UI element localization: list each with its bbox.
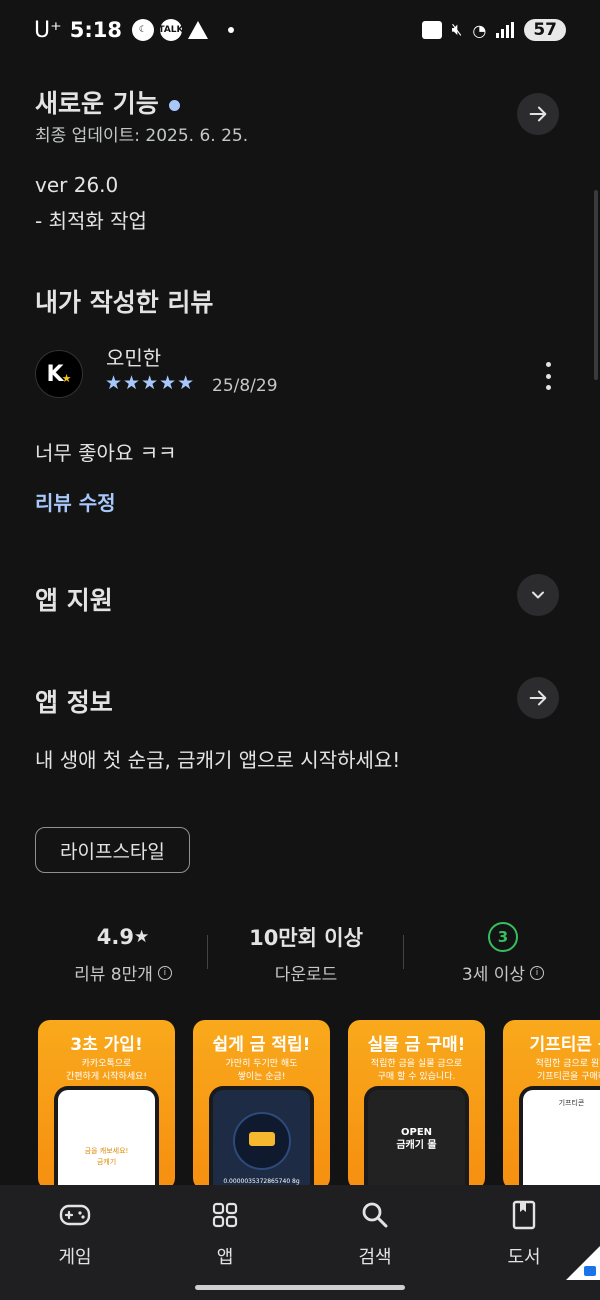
- warning-icon: [187, 21, 208, 39]
- screenshot-thumbnail[interactable]: 3초 가입! 카카오톡으로 간편하게 시작하세요! 금을 캐보세요! 금캐기: [38, 1020, 175, 1190]
- age-label: 3세 이상 i: [418, 960, 588, 985]
- nav-label: 게임: [58, 1247, 92, 1268]
- folder-lock-icon: [421, 21, 442, 39]
- review-stars: ★★★★★: [105, 372, 196, 394]
- status-right: 🔇︎ ◔ 57: [421, 19, 566, 41]
- age-rating-badge-icon: 3: [488, 922, 518, 952]
- new-indicator-dot: [168, 99, 180, 111]
- age-badge-wrap: 3: [418, 922, 588, 952]
- last-updated: 최종 업데이트: 2025. 6. 25.: [35, 126, 249, 146]
- release-notes: - 최적화 작업: [35, 209, 147, 233]
- signal-icon: [496, 22, 515, 38]
- app-support-heading[interactable]: 앱 지원: [35, 581, 113, 617]
- phone-mockup: 기프티콘: [519, 1086, 600, 1190]
- phone-mockup: 0.0000035372865740 8g: [209, 1086, 314, 1190]
- app-info-heading[interactable]: 앱 정보: [35, 683, 113, 719]
- edit-review-link[interactable]: 리뷰 수정: [35, 487, 116, 516]
- screen-text: OPEN 금캐기 몰: [396, 1127, 437, 1151]
- avatar: K ★: [35, 350, 83, 398]
- divider: [207, 935, 208, 969]
- review-text: 너무 좋아요 ㅋㅋ: [35, 441, 177, 465]
- kakaotalk-icon: TALK: [158, 19, 184, 41]
- screenshot-desc: 적립한 금으로 원하 기프티콘을 구매하: [535, 1059, 600, 1082]
- whats-new-heading: 새로운 기능: [35, 84, 180, 120]
- gold-bar-icon: [249, 1132, 275, 1146]
- review-count: 리뷰 8만개: [74, 965, 153, 985]
- nav-books[interactable]: 도서: [469, 1199, 579, 1269]
- screenshot-title: 쉽게 금 적립!: [212, 1035, 311, 1055]
- nav-apps[interactable]: 앱: [170, 1199, 280, 1269]
- my-review-heading: 내가 작성한 리뷰: [35, 288, 214, 317]
- notification-dot-icon: [227, 27, 234, 33]
- screen-text: 0.0000035372865740 8g: [223, 1178, 300, 1185]
- category-chip[interactable]: 라이프스타일: [35, 827, 190, 873]
- screenshot-desc: 카카오톡으로 간편하게 시작하세요!: [66, 1059, 147, 1082]
- review-author: 오민한: [106, 346, 162, 370]
- moon-icon: ☾: [131, 19, 154, 41]
- info-icon: i: [157, 965, 172, 980]
- phone-mockup: 금을 캐보세요! 금캐기: [54, 1086, 159, 1190]
- phone-screen: OPEN 금캐기 몰: [368, 1090, 465, 1190]
- screen-text: 기프티콘: [558, 1099, 585, 1107]
- info-icon: i: [530, 965, 545, 980]
- apps-grid-icon: [212, 1202, 238, 1228]
- downloads-value: 10만회 이상: [249, 926, 363, 950]
- search-icon: [362, 1202, 388, 1228]
- screenshot-title: 3초 가입!: [70, 1035, 143, 1055]
- chevron-down-icon: [532, 591, 544, 599]
- rating-number: 4.9: [96, 925, 134, 949]
- gamepad-icon: [59, 1204, 91, 1226]
- app-support-expand-button[interactable]: [517, 574, 559, 616]
- divider: [403, 935, 404, 969]
- phone-screen: 금을 캐보세요! 금캐기: [58, 1090, 155, 1190]
- rating-value: 4.9 ★: [38, 922, 208, 952]
- review-more-options-icon[interactable]: [538, 362, 558, 390]
- version-text: ver 26.0: [35, 173, 119, 197]
- whats-new-title: 새로운 기능: [35, 89, 159, 118]
- screenshot-title: 기프티콘 구: [529, 1035, 600, 1055]
- battery-indicator: 57: [524, 19, 566, 41]
- app-description: 내 생애 첫 순금, 금캐기 앱으로 시작하세요!: [35, 748, 401, 772]
- avatar-star-icon: ★: [61, 371, 72, 385]
- play-store-app-detail: U⁺ 5:18 ☾ TALK 🔇︎ ◔ 57 새로운 기능 최종 업데이트: 2…: [0, 0, 600, 1300]
- review-date: 25/8/29: [212, 376, 278, 396]
- age-rating-text: 3세 이상: [461, 965, 526, 985]
- screenshot-desc: 가만히 두기만 해도 쌓이는 순금!: [225, 1059, 298, 1082]
- arrow-right-icon: [529, 106, 547, 122]
- carrier-label: U⁺: [34, 17, 62, 43]
- nav-label: 검색: [358, 1247, 392, 1268]
- screenshot-thumbnail[interactable]: 쉽게 금 적립! 가만히 두기만 해도 쌓이는 순금! 0.0000035372…: [193, 1020, 330, 1190]
- screenshot-desc: 적립한 금을 실물 금으로 구매 할 수 있습니다.: [370, 1059, 463, 1082]
- screenshot-title: 실물 금 구매!: [367, 1035, 466, 1055]
- arrow-right-icon: [529, 690, 547, 706]
- book-icon: [512, 1200, 536, 1230]
- rating-label: 리뷰 8만개 i: [38, 960, 208, 985]
- nav-search[interactable]: 검색: [320, 1199, 430, 1269]
- bottom-navigation: 게임 앱 검색 도서: [0, 1185, 600, 1300]
- nav-games[interactable]: 게임: [20, 1199, 130, 1269]
- scrollbar[interactable]: [594, 190, 598, 380]
- screenshot-thumbnail[interactable]: 실물 금 구매! 적립한 금을 실물 금으로 구매 할 수 있습니다. OPEN…: [348, 1020, 485, 1190]
- rating-stat[interactable]: 4.9 ★ 리뷰 8만개 i: [38, 922, 208, 985]
- phone-screen: 0.0000035372865740 8g: [213, 1090, 310, 1190]
- downloads-label: 다운로드: [274, 965, 338, 985]
- star-icon: ★: [133, 927, 150, 947]
- screen-text: 금을 캐보세요! 금캐기: [84, 1147, 129, 1166]
- nav-label: 도서: [507, 1247, 541, 1268]
- wifi-icon: ◔: [472, 20, 487, 40]
- downloads-stat: 10만회 이상 다운로드: [221, 922, 391, 985]
- gesture-home-bar[interactable]: [195, 1285, 405, 1290]
- age-rating-stat[interactable]: 3 3세 이상 i: [418, 922, 588, 985]
- mute-icon: 🔇︎: [451, 20, 463, 40]
- phone-mockup: OPEN 금캐기 몰: [364, 1086, 469, 1190]
- nav-label: 앱: [216, 1247, 234, 1268]
- whats-new-arrow-button[interactable]: [517, 93, 559, 135]
- clock: 5:18: [69, 18, 122, 42]
- app-info-arrow-button[interactable]: [517, 677, 559, 719]
- status-bar: U⁺ 5:18 ☾ TALK 🔇︎ ◔ 57: [0, 0, 600, 60]
- screenshot-thumbnail[interactable]: 기프티콘 구 적립한 금으로 원하 기프티콘을 구매하 기프티콘: [503, 1020, 600, 1190]
- phone-screen: 기프티콘: [523, 1090, 600, 1190]
